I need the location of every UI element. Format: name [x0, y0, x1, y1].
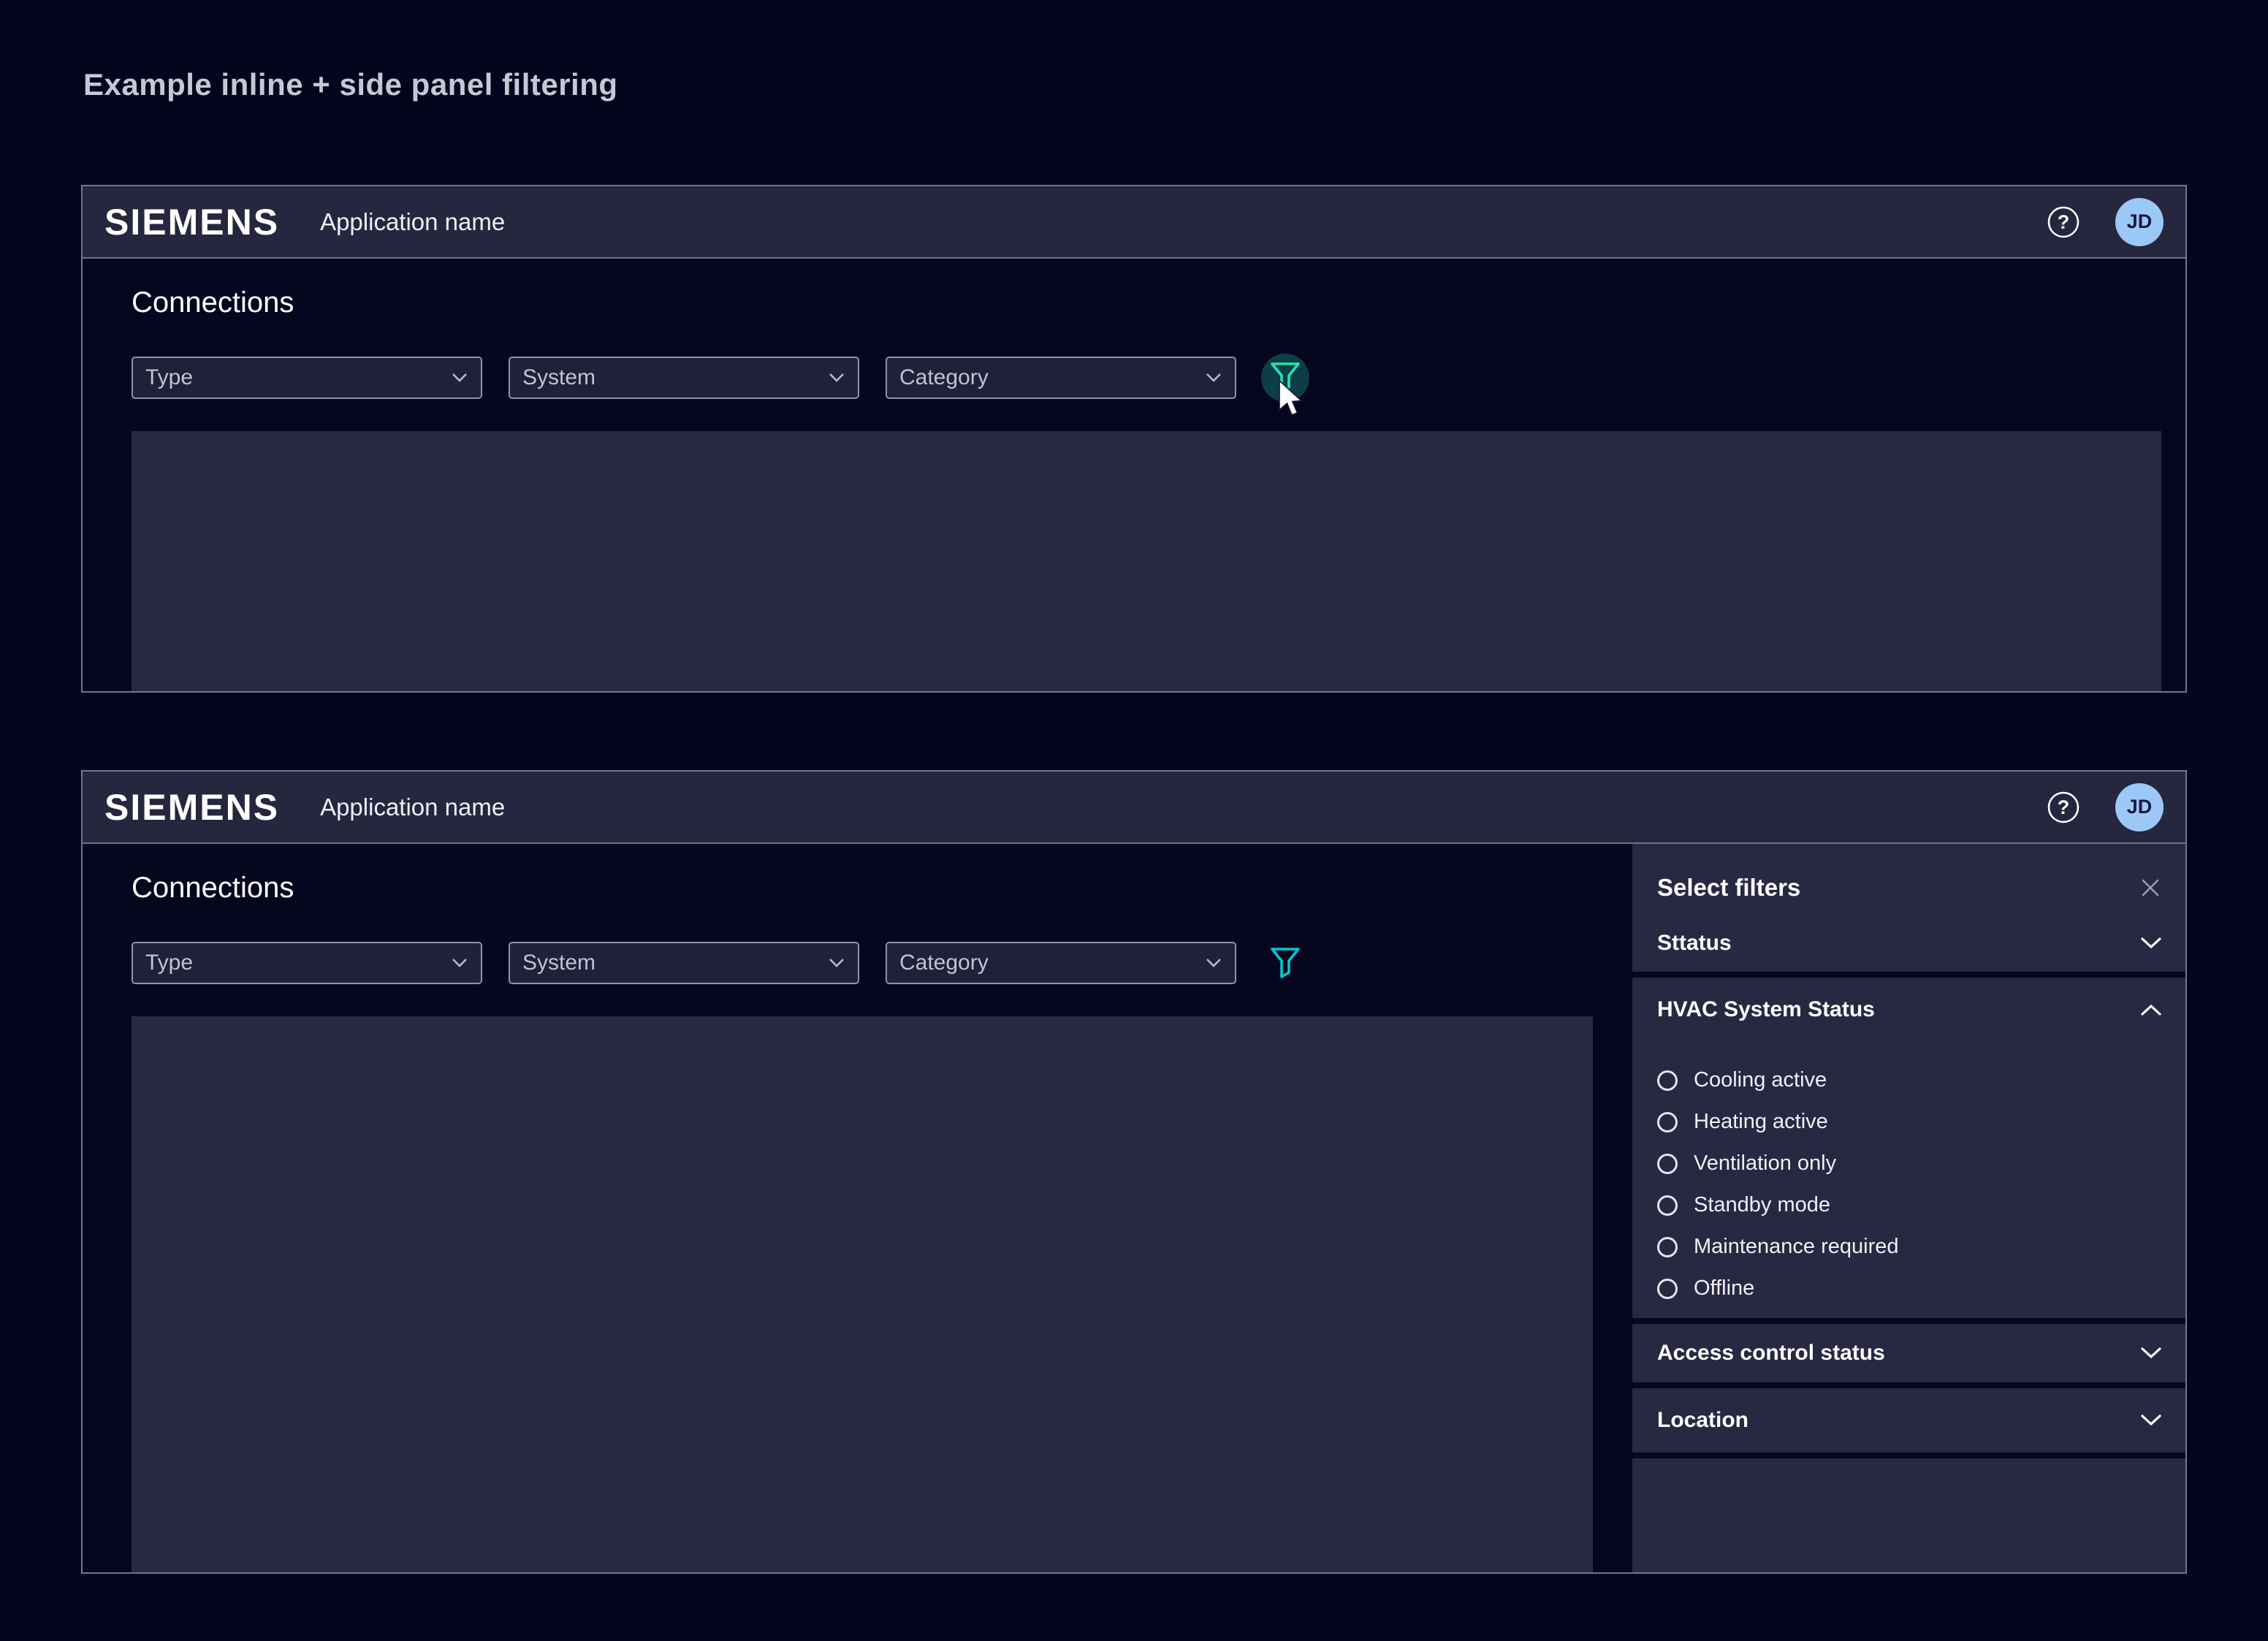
main-content: Connections Type System Category — [83, 844, 1632, 1572]
type-dropdown-label: Type — [145, 365, 193, 390]
content-placeholder — [132, 1016, 1593, 1572]
chevron-down-icon — [2140, 937, 2162, 950]
inline-filter-row: Type System Category — [132, 939, 1632, 987]
user-avatar[interactable]: JD — [2115, 783, 2164, 831]
user-avatar[interactable]: JD — [2115, 198, 2164, 246]
chevron-down-icon — [829, 958, 845, 968]
accordion-hvac[interactable]: HVAC System Status — [1657, 994, 2162, 1026]
app-window-sidepanel-filtering: SIEMENS Application name ? JD Connection… — [81, 770, 2187, 1574]
chevron-down-icon — [829, 373, 845, 383]
accordion-access-label: Access control status — [1657, 1341, 1885, 1366]
app-header: SIEMENS Application name ? JD — [83, 186, 2185, 259]
close-icon — [2139, 876, 2162, 899]
header-actions: ? JD — [2047, 783, 2164, 831]
panel-empty-section — [1632, 1458, 2185, 1572]
category-dropdown[interactable]: Category — [886, 942, 1236, 984]
system-dropdown[interactable]: System — [509, 357, 859, 399]
radio-button[interactable] — [1657, 1070, 1678, 1091]
page-heading: Connections — [132, 870, 1632, 905]
filter-side-panel: Select filters Sttatus HVAC Sys — [1632, 844, 2185, 1572]
panel-header-section: Select filters Sttatus — [1632, 844, 2185, 972]
type-dropdown[interactable]: Type — [132, 942, 482, 984]
help-button[interactable]: ? — [2047, 205, 2080, 239]
main-content: Connections Type System Category — [83, 259, 2185, 691]
radio-button[interactable] — [1657, 1195, 1678, 1216]
panel-title: Select filters — [1657, 874, 1800, 902]
accordion-status-label: Sttatus — [1657, 931, 1732, 956]
chevron-down-icon — [2140, 1414, 2162, 1427]
close-panel-button[interactable] — [2139, 876, 2162, 899]
hvac-options-list: Cooling active Heating active Ventilatio… — [1657, 1059, 2162, 1309]
type-dropdown-label: Type — [145, 951, 193, 975]
radio-option-maintenance-required[interactable]: Maintenance required — [1657, 1226, 2162, 1268]
radio-option-label: Cooling active — [1694, 1068, 1827, 1092]
accordion-access-section: Access control status — [1632, 1324, 2185, 1382]
accordion-location[interactable]: Location — [1657, 1404, 2162, 1436]
system-dropdown-label: System — [522, 365, 595, 390]
siemens-logo: SIEMENS — [104, 201, 279, 243]
content-placeholder — [132, 431, 2161, 691]
siemens-logo: SIEMENS — [104, 786, 279, 829]
svg-text:?: ? — [2058, 796, 2070, 818]
filter-funnel-icon — [1270, 946, 1301, 980]
help-button[interactable]: ? — [2047, 791, 2080, 824]
radio-option-label: Offline — [1694, 1276, 1754, 1301]
open-filter-panel-button[interactable] — [1261, 939, 1309, 987]
radio-option-label: Ventilation only — [1694, 1151, 1836, 1176]
accordion-status[interactable]: Sttatus — [1657, 927, 2162, 959]
filter-funnel-icon — [1270, 361, 1301, 395]
radio-option-label: Standby mode — [1694, 1193, 1830, 1217]
app-body: Connections Type System Category — [83, 259, 2185, 691]
radio-option-label: Maintenance required — [1694, 1235, 1899, 1259]
radio-option-heating-active[interactable]: Heating active — [1657, 1101, 2162, 1143]
application-name: Application name — [320, 208, 505, 236]
help-icon: ? — [2047, 205, 2080, 239]
radio-option-ventilation-only[interactable]: Ventilation only — [1657, 1143, 2162, 1184]
radio-option-label: Heating active — [1694, 1110, 1828, 1134]
accordion-access[interactable]: Access control status — [1657, 1337, 2162, 1369]
accordion-hvac-section: HVAC System Status Cooling active Heatin… — [1632, 978, 2185, 1318]
radio-button[interactable] — [1657, 1279, 1678, 1299]
chevron-down-icon — [1206, 958, 1222, 968]
accordion-location-section: Location — [1632, 1388, 2185, 1452]
chevron-down-icon — [452, 373, 468, 383]
app-header: SIEMENS Application name ? JD — [83, 772, 2185, 844]
radio-button[interactable] — [1657, 1112, 1678, 1132]
application-name: Application name — [320, 793, 505, 821]
radio-button[interactable] — [1657, 1237, 1678, 1257]
chevron-down-icon — [2140, 1347, 2162, 1360]
category-dropdown[interactable]: Category — [886, 357, 1236, 399]
app-body: Connections Type System Category — [83, 844, 2185, 1572]
open-filter-panel-button[interactable] — [1261, 354, 1309, 402]
inline-filter-row: Type System Category — [132, 354, 2185, 402]
app-window-inline-filtering: SIEMENS Application name ? JD Connection… — [81, 185, 2187, 693]
chevron-down-icon — [1206, 373, 1222, 383]
category-dropdown-label: Category — [899, 365, 989, 390]
help-icon: ? — [2047, 791, 2080, 824]
radio-option-offline[interactable]: Offline — [1657, 1268, 2162, 1309]
header-actions: ? JD — [2047, 198, 2164, 246]
radio-option-standby-mode[interactable]: Standby mode — [1657, 1184, 2162, 1226]
accordion-location-label: Location — [1657, 1408, 1748, 1433]
system-dropdown-label: System — [522, 951, 595, 975]
chevron-down-icon — [452, 958, 468, 968]
svg-text:?: ? — [2058, 211, 2070, 233]
accordion-hvac-label: HVAC System Status — [1657, 997, 1875, 1022]
type-dropdown[interactable]: Type — [132, 357, 482, 399]
category-dropdown-label: Category — [899, 951, 989, 975]
radio-option-cooling-active[interactable]: Cooling active — [1657, 1059, 2162, 1101]
system-dropdown[interactable]: System — [509, 942, 859, 984]
page-heading: Connections — [132, 285, 2185, 320]
radio-button[interactable] — [1657, 1154, 1678, 1174]
chevron-up-icon — [2140, 1003, 2162, 1016]
page-title: Example inline + side panel filtering — [83, 67, 618, 102]
